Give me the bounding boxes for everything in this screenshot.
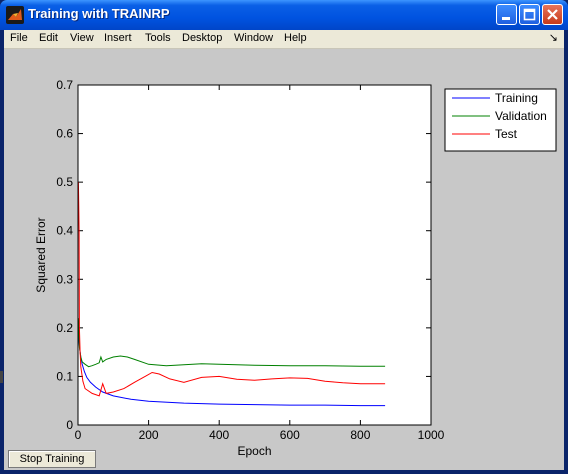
menu-window[interactable]: Window [234,32,273,44]
minimize-icon [502,17,510,20]
y-tick-label: 0.5 [56,175,73,189]
window-title: Training with TRAINRP [28,6,170,21]
y-tick-label: 0.7 [56,78,73,92]
y-tick-label: 0.2 [56,321,73,335]
menu-insert[interactable]: Insert [104,32,132,44]
close-icon [547,9,558,20]
plot-background [78,85,431,425]
minimize-button[interactable] [496,4,517,25]
menu-help[interactable]: Help [284,32,307,44]
y-tick-label: 0.3 [56,272,73,286]
y-tick-label: 0.4 [56,224,73,238]
close-button[interactable] [542,4,563,25]
menu-view[interactable]: View [70,32,94,44]
legend-label-training: Training [495,91,538,105]
menu-bar: File Edit View Insert Tools Desktop Wind… [4,30,564,49]
dock-arrow-icon[interactable]: ↘ [549,31,558,44]
stop-training-button[interactable]: Stop Training [8,450,96,468]
menu-edit[interactable]: Edit [39,32,58,44]
matlab-icon [6,6,24,24]
x-tick-label: 400 [209,428,229,442]
maximize-button[interactable] [519,4,540,25]
window-edge-mark [0,371,3,383]
y-tick-label: 0 [66,418,73,432]
y-tick-label: 0.6 [56,127,73,141]
x-tick-label: 600 [280,428,300,442]
x-tick-label: 800 [350,428,370,442]
x-tick-label: 0 [75,428,82,442]
menu-file[interactable]: File [10,32,28,44]
y-tick-label: 0.1 [56,369,73,383]
y-axis-label: Squared Error [34,217,48,292]
training-plot: 0 0.1 0.2 0.3 0.4 0.5 0.6 0.7 0 200 400 600 800 1000 E… [34,78,557,458]
legend-label-validation: Validation [495,109,547,123]
maximize-icon [523,8,536,21]
x-tick-label: 1000 [418,428,445,442]
x-axis-label: Epoch [237,444,271,458]
x-tick-label: 200 [139,428,159,442]
window: Training with TRAINRP File Edit View Ins… [0,0,568,474]
menu-tools[interactable]: Tools [145,32,171,44]
legend-label-test: Test [495,127,518,141]
figure-area: 0 0.1 0.2 0.3 0.4 0.5 0.6 0.7 0 200 400 600 800 1000 E… [4,49,564,470]
title-bar[interactable]: Training with TRAINRP [0,0,568,30]
menu-desktop[interactable]: Desktop [182,32,222,44]
